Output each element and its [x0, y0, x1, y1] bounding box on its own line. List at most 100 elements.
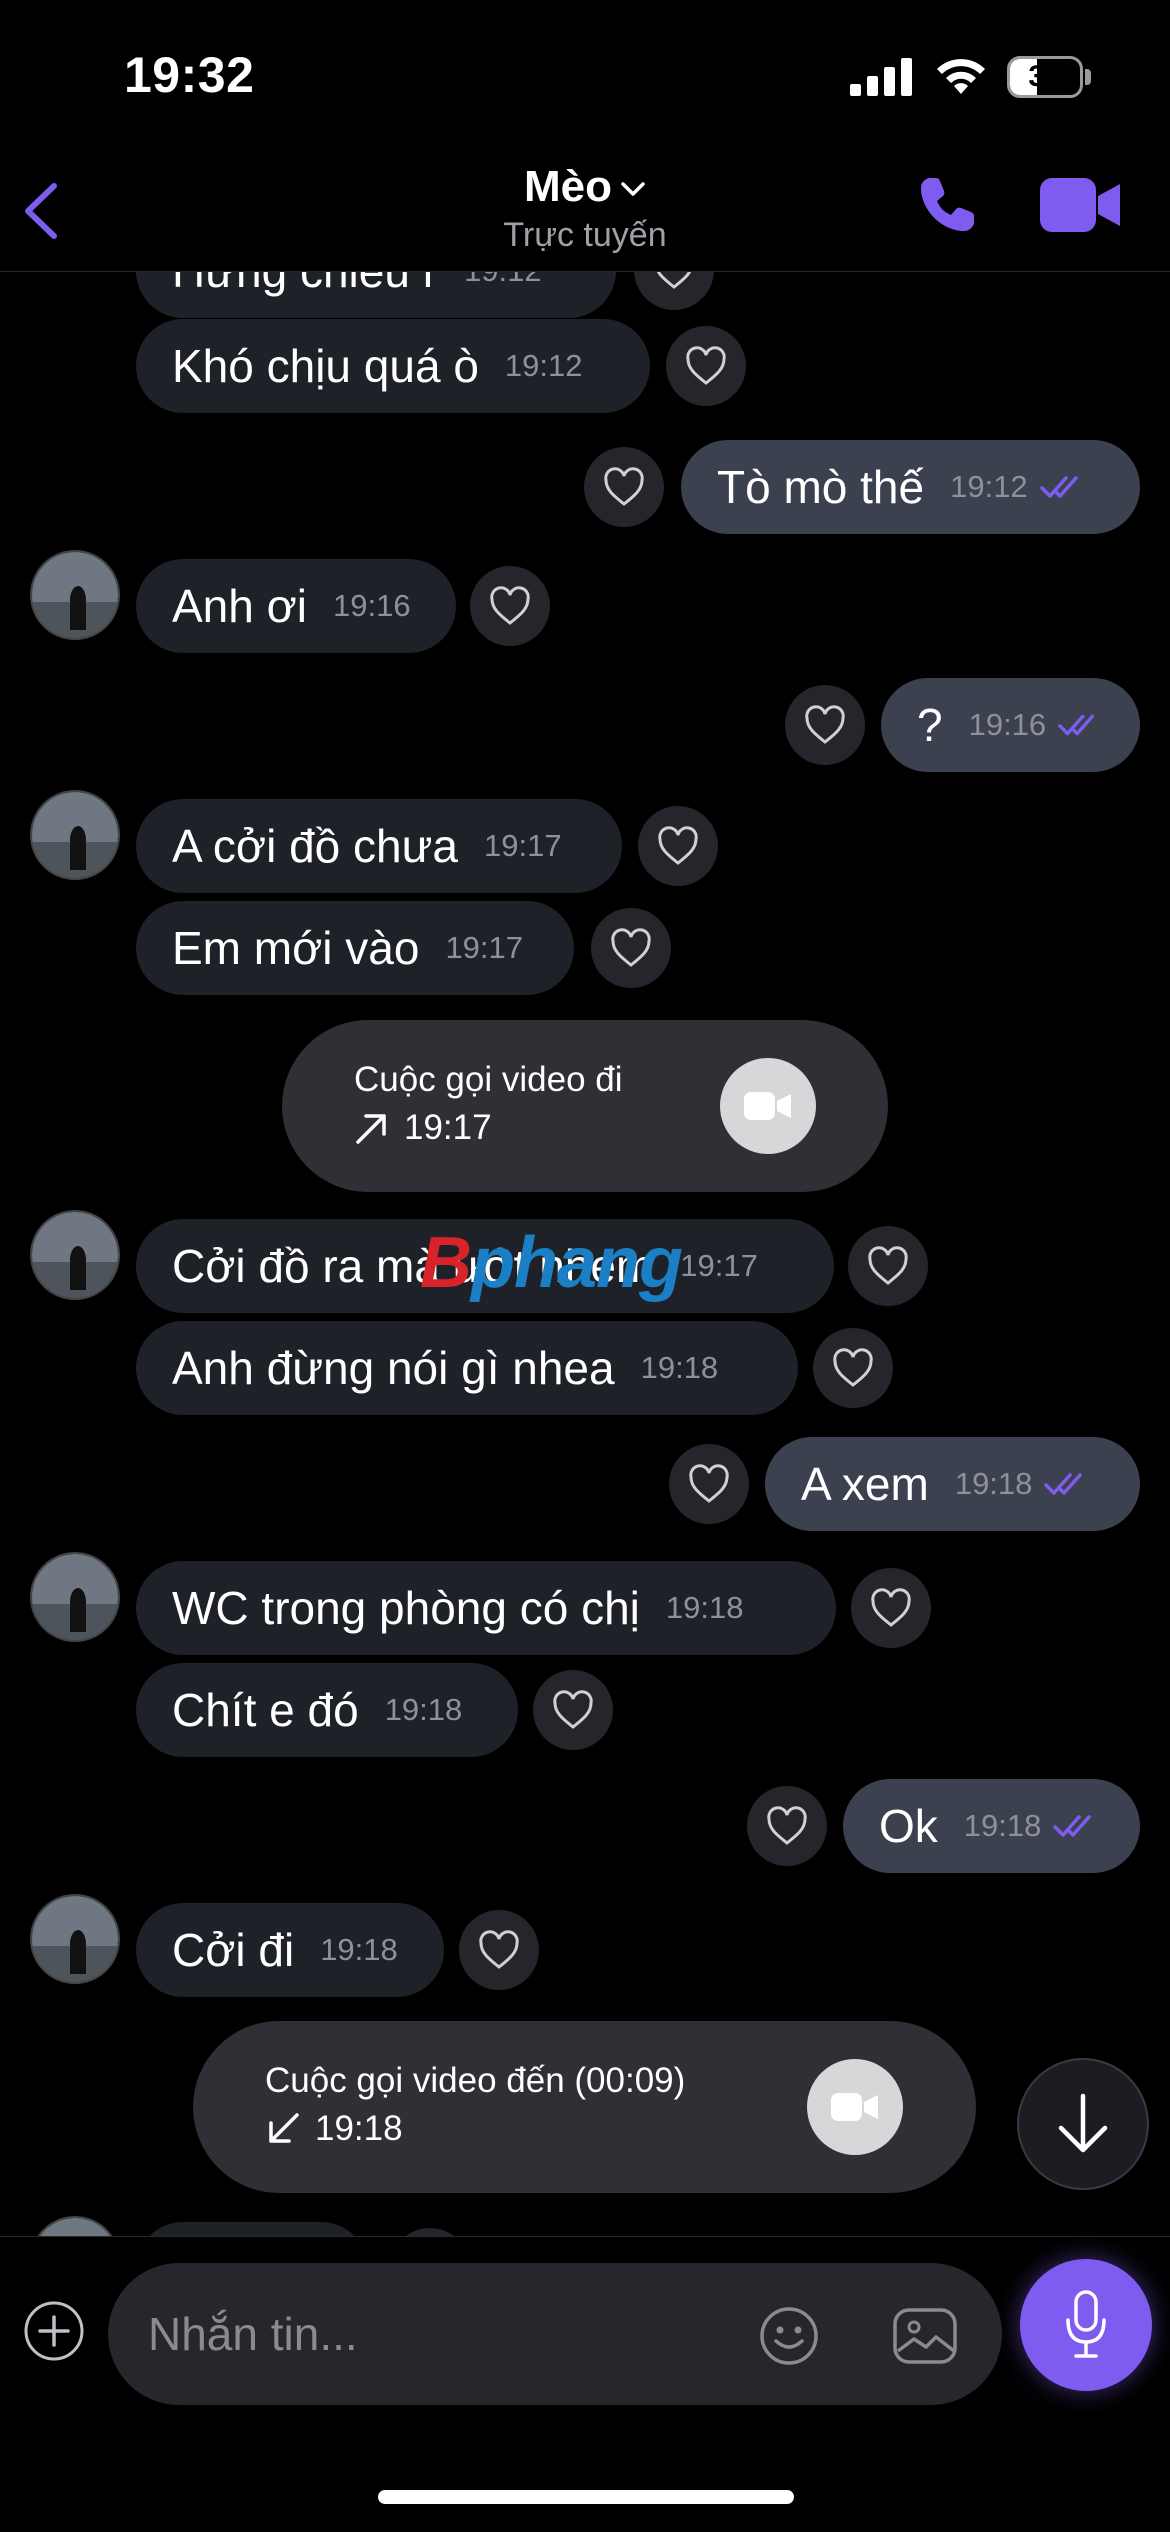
video-call-icon[interactable] — [1040, 176, 1122, 234]
incoming-message[interactable]: Chít e đó 19:18 — [136, 1663, 518, 1757]
read-receipt-icon — [1053, 1815, 1092, 1837]
react-heart-button[interactable] — [591, 908, 671, 988]
incoming-message[interactable]: Anh ơi 19:16 — [136, 559, 456, 653]
message-time: 19:18 — [640, 1350, 719, 1385]
avatar-photo — [32, 1212, 118, 1298]
chevron-down-icon — [621, 182, 645, 197]
video-callback-button[interactable] — [720, 1058, 816, 1154]
message-time: 19:17 — [445, 930, 524, 965]
incoming-message[interactable]: Anh đừng nói gì nhea 19:18 — [136, 1321, 798, 1415]
battery-indicator: 38 — [1007, 56, 1091, 98]
heart-icon — [490, 586, 530, 625]
phone-call-icon[interactable] — [916, 172, 980, 236]
message-text: Tò mò thế — [717, 461, 925, 513]
call-time: 19:18 — [315, 2109, 403, 2148]
outgoing-video-call-card[interactable]: Cuộc gọi video đi 19:17 — [282, 1020, 888, 1192]
message-time: 19:18 — [665, 1590, 744, 1625]
incoming-message[interactable]: Khó chịu quá ò 19:12 — [136, 319, 650, 413]
message-text: Chít e đó — [172, 1684, 359, 1736]
call-title: Cuộc gọi video đến (00:09) — [265, 2061, 686, 2100]
incoming-message[interactable]: Em mới vào 19:17 — [136, 901, 574, 995]
incoming-video-call-card[interactable]: Cuộc gọi video đến (00:09) 19:18 — [193, 2021, 976, 2193]
react-heart-button[interactable] — [785, 685, 865, 765]
react-heart-button[interactable] — [390, 2228, 470, 2236]
status-bar: 19:32 38 — [0, 0, 1170, 150]
read-receipt-icon — [1044, 1473, 1083, 1495]
scroll-to-bottom-button[interactable] — [1017, 2058, 1149, 2190]
react-heart-button[interactable] — [584, 447, 664, 527]
react-heart-button[interactable] — [848, 1226, 928, 1306]
message-input[interactable]: Nhắn tin... — [108, 2263, 1002, 2405]
call-time-row: 19:18 — [265, 2109, 403, 2149]
voice-record-button[interactable] — [1020, 2259, 1152, 2391]
heart-icon — [868, 1246, 908, 1285]
status-time: 19:32 — [124, 47, 255, 103]
react-heart-button[interactable] — [459, 1910, 539, 1990]
heart-icon — [553, 1690, 593, 1729]
incoming-message[interactable]: WC trong phòng có chị 19:18 — [136, 1561, 836, 1655]
outgoing-message[interactable]: Ok 19:18 — [843, 1779, 1140, 1873]
avatar-photo — [32, 792, 118, 878]
incoming-message-partial[interactable] — [136, 2222, 368, 2236]
contact-avatar[interactable] — [30, 790, 120, 880]
message-time: 19:12 — [950, 469, 1028, 504]
contact-avatar[interactable] — [30, 550, 120, 640]
message-time: 19:12 — [464, 272, 542, 289]
message-time: 19:18 — [954, 1466, 1033, 1501]
outgoing-message[interactable]: Tò mò thế 19:12 — [681, 440, 1140, 534]
avatar-photo — [32, 1554, 118, 1640]
react-heart-button[interactable] — [851, 1568, 931, 1648]
message-time: 19:18 — [320, 1932, 398, 1967]
video-callback-button[interactable] — [807, 2059, 903, 2155]
contact-avatar[interactable] — [30, 1210, 120, 1300]
react-heart-button[interactable] — [533, 1670, 613, 1750]
react-heart-button[interactable] — [634, 272, 714, 310]
react-heart-button[interactable] — [666, 326, 746, 406]
cellular-signal-icon — [850, 58, 912, 96]
microphone-icon — [1066, 2290, 1106, 2358]
home-indicator[interactable] — [378, 2490, 794, 2504]
watermark-logo: Bphang — [420, 1223, 683, 1303]
read-receipt-icon — [1058, 714, 1095, 736]
contact-name-button[interactable]: Mèo — [0, 162, 1170, 212]
message-time: 19:12 — [504, 348, 583, 383]
emoji-icon[interactable] — [758, 2305, 820, 2367]
heart-icon — [611, 928, 651, 967]
message-text: Hứng chiều r — [172, 272, 438, 298]
react-heart-button[interactable] — [470, 566, 550, 646]
arrow-down-icon — [1058, 2093, 1108, 2153]
message-text: Ok — [879, 1800, 938, 1852]
contact-avatar[interactable] — [30, 2216, 120, 2236]
call-title: Cuộc gọi video đi — [354, 1060, 623, 1099]
contact-avatar[interactable] — [30, 1894, 120, 1984]
react-heart-button[interactable] — [747, 1786, 827, 1866]
heart-icon — [767, 1806, 807, 1845]
incoming-message[interactable]: A cởi đồ chưa 19:17 — [136, 799, 622, 893]
call-time: 19:17 — [404, 1108, 492, 1147]
message-text: A cởi đồ chưa — [172, 820, 458, 872]
heart-icon — [805, 705, 845, 744]
message-time: 19:17 — [484, 828, 562, 863]
incoming-message[interactable]: Hứng chiều r 19:12 — [136, 272, 616, 318]
react-heart-button[interactable] — [638, 806, 718, 886]
message-text: A xem — [801, 1458, 929, 1510]
incoming-message[interactable]: Cởi đi 19:18 — [136, 1903, 444, 1997]
heart-icon — [604, 467, 644, 506]
contact-status: Trực tuyến — [503, 216, 667, 254]
contact-avatar[interactable] — [30, 1552, 120, 1642]
outgoing-message[interactable]: A xem 19:18 — [765, 1437, 1140, 1531]
avatar-photo — [32, 1896, 118, 1982]
react-heart-button[interactable] — [813, 1328, 893, 1408]
message-input-placeholder: Nhắn tin... — [148, 2308, 358, 2360]
gallery-icon[interactable] — [892, 2305, 958, 2367]
react-heart-button[interactable] — [669, 1444, 749, 1524]
outgoing-arrow-icon — [356, 1114, 386, 1144]
message-text: Khó chịu quá ò — [172, 340, 479, 392]
heart-icon — [479, 1930, 519, 1969]
outgoing-message[interactable]: ? 19:16 — [881, 678, 1140, 772]
incoming-arrow-icon — [269, 2113, 299, 2143]
message-text: Em mới vào — [172, 922, 420, 974]
message-time: 19:18 — [963, 1808, 1042, 1843]
heart-icon — [689, 1464, 729, 1503]
plus-circle-icon[interactable] — [22, 2299, 86, 2363]
